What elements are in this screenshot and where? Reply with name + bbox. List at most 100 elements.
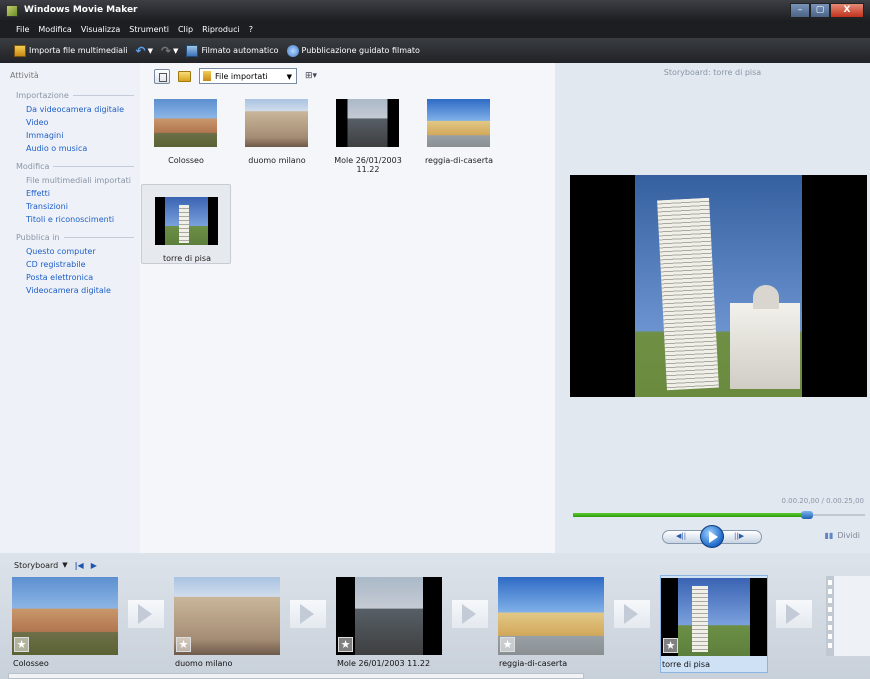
seek-handle[interactable] [800, 511, 813, 519]
task-import-images[interactable]: Immagini [26, 131, 63, 140]
menu-strumenti[interactable]: Strumenti [129, 22, 169, 38]
menu-riproduci[interactable]: Riproduci [202, 22, 240, 38]
chevron-down-icon: ▼ [173, 46, 179, 55]
close-button[interactable]: X [830, 3, 864, 18]
clip-label: torre di pisa [163, 254, 211, 263]
automovie-button[interactable]: Filmato automatico [186, 44, 279, 57]
window-controls: – ▢ X [790, 3, 864, 18]
storyboard-pane: Storyboard ▼ |◀ ▶ ★ Colosseo ★ duomo mil… [0, 553, 870, 679]
storyboard-clip-label: Mole 26/01/2003 11.22 [337, 659, 431, 668]
section-import-title: Importazione [16, 91, 69, 100]
transition-slot[interactable] [452, 600, 488, 628]
transition-slot[interactable] [776, 600, 812, 628]
automovie-icon [186, 44, 199, 57]
previous-frame-button[interactable]: ◀|| [676, 532, 686, 540]
empty-clip-slot[interactable] [826, 576, 870, 656]
menu-modifica[interactable]: Modifica [38, 22, 71, 38]
split-icon: ▮▮ [824, 531, 834, 540]
section-edit-title: Modifica [16, 162, 50, 171]
effect-star-icon[interactable]: ★ [338, 637, 353, 652]
storyboard-label[interactable]: Storyboard [14, 561, 58, 570]
section-edit: Modifica [16, 162, 134, 171]
storyboard-clip-label: reggia-di-caserta [499, 659, 568, 668]
play-storyboard-button[interactable]: ▶ [91, 561, 97, 570]
publish-label: Pubblicazione guidato filmato [301, 46, 420, 55]
collection-toolbar: File importati ▼ ⊞▾ [154, 68, 317, 84]
task-imported-media[interactable]: File multimediali importati [26, 176, 131, 185]
clip-thumbnail [245, 99, 308, 147]
clip-item[interactable]: torre di pisa [141, 184, 231, 264]
menu-visualizza[interactable]: Visualizza [81, 22, 120, 38]
collection-select[interactable]: File importati ▼ [199, 68, 297, 84]
clip-label: duomo milano [248, 156, 306, 165]
minimize-button[interactable]: – [790, 3, 810, 18]
task-effects[interactable]: Effetti [26, 189, 50, 198]
clip-thumbnail [155, 197, 218, 245]
section-publish-title: Pubblica in [16, 233, 60, 242]
task-transitions[interactable]: Transizioni [26, 202, 68, 211]
view-options-button[interactable]: ⊞▾ [305, 71, 317, 81]
transition-slot[interactable] [290, 600, 326, 628]
time-readout: 0.00.20,00 / 0.00.25,00 [781, 497, 864, 505]
clip-item[interactable]: reggia-di-caserta [414, 87, 504, 167]
rewind-storyboard-button[interactable]: |◀ [75, 561, 84, 570]
storyboard-clip-label: duomo milano [175, 659, 233, 668]
storyboard-clip-label: torre di pisa [662, 660, 710, 669]
menu-clip[interactable]: Clip [178, 22, 193, 38]
menu-help[interactable]: ? [249, 22, 253, 38]
clip-thumbnail [154, 99, 217, 147]
task-publish-email[interactable]: Posta elettronica [26, 273, 93, 282]
task-titles[interactable]: Titoli e riconoscimenti [26, 215, 114, 224]
effect-star-icon[interactable]: ★ [176, 637, 191, 652]
import-label: Importa file multimediali [29, 46, 128, 55]
next-frame-button[interactable]: ||▶ [734, 532, 744, 540]
storyboard-clip[interactable]: ★ Mole 26/01/2003 11.22 [336, 575, 444, 673]
preview-pane: Storyboard: torre di pisa 0.00.20,00 / 0… [555, 63, 870, 553]
folder-icon[interactable] [178, 70, 191, 82]
section-publish: Pubblica in [16, 233, 134, 242]
clip-item[interactable]: Colosseo [141, 87, 231, 167]
task-publish-computer[interactable]: Questo computer [26, 247, 96, 256]
task-publish-camera[interactable]: Videocamera digitale [26, 286, 111, 295]
task-import-video[interactable]: Video [26, 118, 48, 127]
seek-fill [573, 513, 807, 517]
storyboard-clip[interactable]: ★ duomo milano [174, 575, 282, 673]
transition-slot[interactable] [128, 600, 164, 628]
redo-button[interactable]: ↷ ▼ [161, 44, 178, 58]
menu-bar: File Modifica Visualizza Strumenti Clip … [0, 22, 870, 38]
chevron-down-icon: ▼ [286, 73, 292, 81]
seek-bar[interactable] [573, 511, 865, 519]
effect-star-icon[interactable]: ★ [500, 637, 515, 652]
tasks-toggle-button[interactable] [154, 68, 170, 84]
clip-label: Mole 26/01/2003 11.22 [334, 156, 402, 174]
transition-slot[interactable] [614, 600, 650, 628]
task-import-camera[interactable]: Da videocamera digitale [26, 105, 124, 114]
collection-pane: File importati ▼ ⊞▾ Colosseo duomo milan… [140, 63, 555, 553]
publish-button[interactable]: Pubblicazione guidato filmato [286, 44, 420, 57]
clip-thumbnail [427, 99, 490, 147]
storyboard-clip[interactable]: ★ Colosseo [12, 575, 120, 673]
chevron-down-icon[interactable]: ▼ [62, 561, 67, 569]
maximize-button[interactable]: ▢ [810, 3, 830, 18]
clip-item[interactable]: Mole 26/01/2003 11.22 [323, 87, 413, 174]
import-icon [14, 44, 26, 57]
effect-star-icon[interactable]: ★ [663, 638, 678, 653]
storyboard-clip[interactable]: ★ reggia-di-caserta [498, 575, 606, 673]
undo-icon: ↶ [135, 43, 146, 58]
preview-monitor [570, 175, 867, 397]
task-publish-cd[interactable]: CD registrabile [26, 260, 86, 269]
import-button[interactable]: Importa file multimediali [14, 44, 128, 57]
undo-button[interactable]: ↶ ▼ [136, 44, 153, 58]
storyboard-toolbar: Storyboard ▼ |◀ ▶ [14, 559, 97, 571]
menu-file[interactable]: File [16, 22, 29, 38]
split-button[interactable]: ▮▮ Dividi [825, 531, 860, 540]
effect-star-icon[interactable]: ★ [14, 637, 29, 652]
task-import-audio[interactable]: Audio o musica [26, 144, 87, 153]
clip-label: Colosseo [168, 156, 204, 165]
split-label: Dividi [837, 531, 860, 540]
play-button[interactable] [700, 525, 724, 548]
playback-controls: ◀|| ||▶ [662, 525, 762, 548]
clip-item[interactable]: duomo milano [232, 87, 322, 167]
storyboard-clip[interactable]: ★ torre di pisa [660, 575, 768, 673]
storyboard-scrollbar[interactable] [8, 673, 584, 679]
